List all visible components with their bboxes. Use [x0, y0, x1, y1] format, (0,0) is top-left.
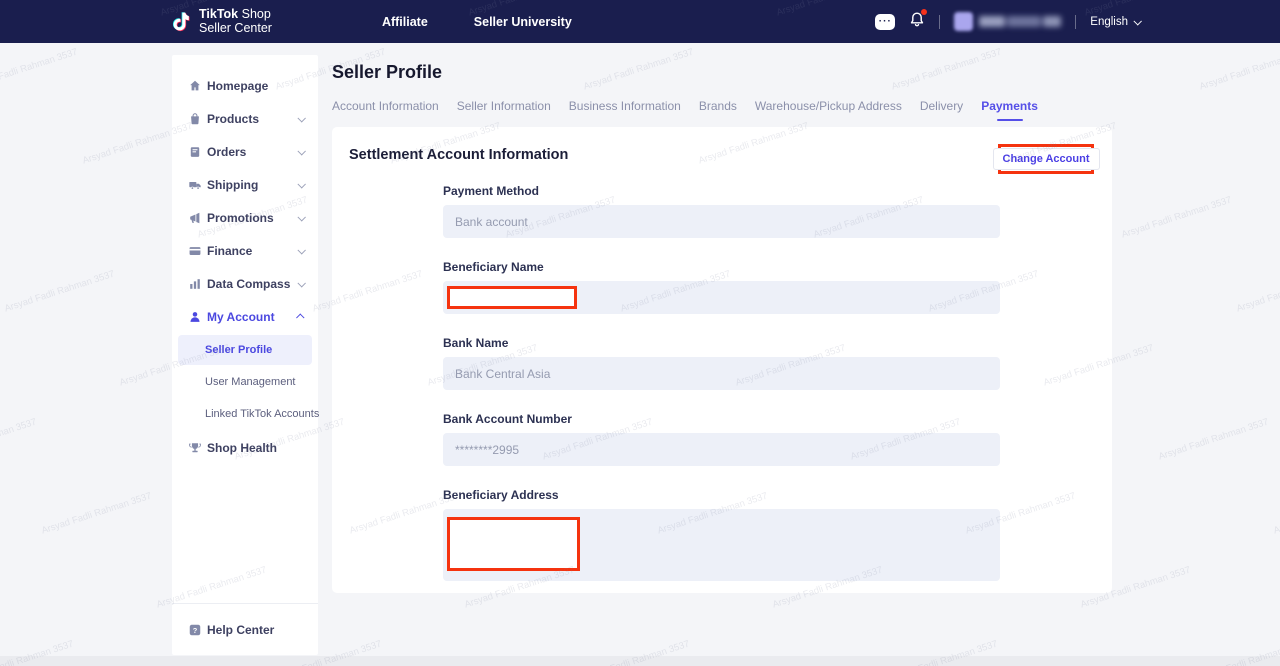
shopping-bag-icon — [188, 112, 202, 126]
tab-payments[interactable]: Payments — [981, 99, 1038, 121]
truck-icon — [188, 178, 202, 192]
payment-method-value: Bank account — [455, 215, 528, 229]
bank-account-number-field: ********2995 — [443, 433, 1000, 466]
messages-icon[interactable]: ··· — [875, 14, 895, 30]
beneficiary-name-field — [443, 281, 1000, 314]
payment-method-field: Bank account — [443, 205, 1000, 238]
divider — [1075, 15, 1076, 29]
divider — [939, 15, 940, 29]
card-heading: Settlement Account Information — [349, 147, 568, 163]
settlement-account-card: Settlement Account Information Change Ac… — [332, 127, 1112, 593]
notifications-bell-icon[interactable] — [909, 11, 925, 33]
avatar — [954, 12, 973, 31]
sidebar-item-products[interactable]: Products — [172, 102, 318, 135]
brand-text: TikTok Shop Seller Center — [199, 8, 272, 34]
sidebar-item-shop-health[interactable]: Shop Health — [172, 431, 318, 464]
tiktok-note-icon — [170, 10, 192, 34]
tab-business-information[interactable]: Business Information — [569, 99, 681, 121]
tab-warehouse-pickup-address[interactable]: Warehouse/Pickup Address — [755, 99, 902, 121]
sidebar-item-help-center[interactable]: ? Help Center — [188, 613, 274, 646]
person-icon — [188, 310, 202, 324]
language-selector[interactable]: English — [1090, 16, 1140, 28]
user-account-chip[interactable] — [954, 12, 1061, 31]
page-title: Seller Profile — [332, 62, 442, 83]
sidebar-item-shipping[interactable]: Shipping — [172, 168, 318, 201]
svg-text:?: ? — [193, 625, 198, 634]
sidebar-item-promotions[interactable]: Promotions — [172, 201, 318, 234]
chevron-down-icon — [297, 279, 305, 287]
sidebar-item-my-account[interactable]: My Account — [172, 300, 318, 333]
tab-delivery[interactable]: Delivery — [920, 99, 963, 121]
bar-chart-icon — [188, 277, 202, 291]
profile-tabs: Account Information Seller Information B… — [332, 99, 1038, 121]
field-label-payment-method: Payment Method — [443, 184, 1000, 198]
change-account-button[interactable]: Change Account — [993, 148, 1100, 170]
bank-name-field: Bank Central Asia — [443, 357, 1000, 390]
chevron-down-icon — [297, 213, 305, 221]
trophy-icon — [188, 441, 202, 455]
chevron-down-icon — [297, 180, 305, 188]
field-label-bank-account-number: Bank Account Number — [443, 412, 1000, 426]
tab-seller-information[interactable]: Seller Information — [457, 99, 551, 121]
tiktok-shop-logo[interactable]: TikTok Shop Seller Center — [170, 8, 272, 34]
bottom-edge-band — [0, 656, 1280, 666]
sidebar-item-finance[interactable]: Finance — [172, 234, 318, 267]
bank-name-value: Bank Central Asia — [455, 367, 550, 381]
beneficiary-address-field — [443, 509, 1000, 581]
tab-brands[interactable]: Brands — [699, 99, 737, 121]
chevron-down-icon — [1133, 17, 1141, 25]
sidebar: Homepage Products Orders Shipping Promot… — [172, 55, 318, 655]
nav-link-affiliate[interactable]: Affiliate — [382, 15, 428, 29]
sidebar-item-homepage[interactable]: Homepage — [172, 69, 318, 102]
sidebar-item-orders[interactable]: Orders — [172, 135, 318, 168]
chevron-down-icon — [297, 114, 305, 122]
nav-link-seller-university[interactable]: Seller University — [474, 15, 572, 29]
sidebar-item-data-compass[interactable]: Data Compass — [172, 267, 318, 300]
tab-account-information[interactable]: Account Information — [332, 99, 439, 121]
credit-card-icon — [188, 244, 202, 258]
sidebar-subitem-seller-profile[interactable]: Seller Profile — [178, 335, 312, 365]
top-navbar: TikTok Shop Seller Center Affiliate Sell… — [0, 0, 1280, 43]
bank-account-number-value: ********2995 — [455, 443, 519, 457]
change-account-annotation-box: Change Account — [998, 144, 1094, 174]
orders-icon — [188, 145, 202, 159]
settlement-fields: Payment Method Bank account Beneficiary … — [443, 184, 1000, 603]
megaphone-icon — [188, 211, 202, 225]
blurred-username — [979, 16, 1061, 27]
field-label-beneficiary-address: Beneficiary Address — [443, 488, 1000, 502]
chevron-down-icon — [297, 147, 305, 155]
beneficiary-address-redaction-box — [447, 517, 580, 571]
home-icon — [188, 79, 202, 93]
field-label-bank-name: Bank Name — [443, 336, 1000, 350]
sidebar-subitem-linked-tiktok-accounts[interactable]: Linked TikTok Accounts — [178, 399, 312, 429]
help-icon: ? — [188, 623, 202, 637]
field-label-beneficiary-name: Beneficiary Name — [443, 260, 1000, 274]
sidebar-subitem-user-management[interactable]: User Management — [178, 367, 312, 397]
beneficiary-name-redaction-box — [447, 286, 577, 309]
chevron-down-icon — [297, 246, 305, 254]
notification-dot — [921, 9, 927, 15]
